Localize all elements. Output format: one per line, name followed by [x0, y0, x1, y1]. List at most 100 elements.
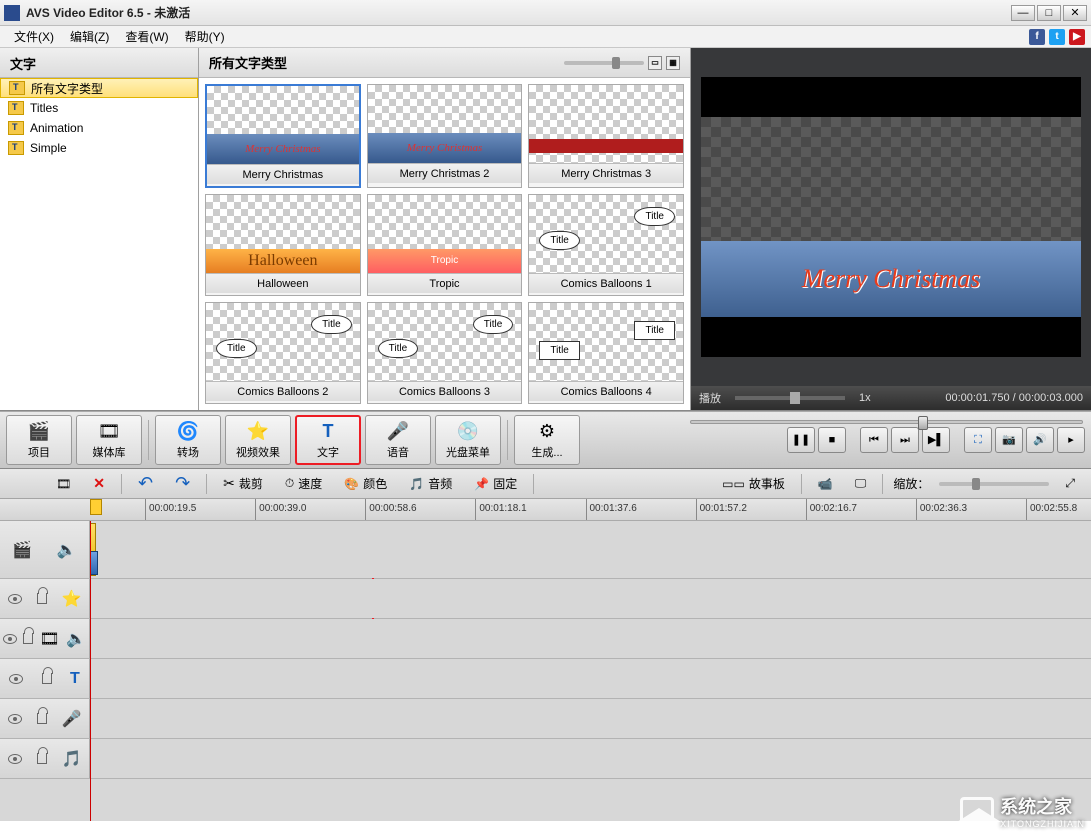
minimize-button[interactable]: — [1011, 5, 1035, 21]
asset-item[interactable]: TitleTitleComics Balloons 4 [528, 302, 684, 404]
timeline-ruler[interactable]: 00:00:19.500:00:39.000:00:58.600:01:18.1… [0, 499, 1091, 521]
category-list: 所有文字类型Titles Animation Simple [0, 78, 198, 410]
tool-voice[interactable]: 🎤语音 [365, 415, 431, 465]
timeline-add-button[interactable]: 🎞 [50, 474, 77, 494]
audio-track-body[interactable] [90, 739, 1091, 778]
eye-icon[interactable] [8, 594, 22, 604]
asset-item[interactable]: Merry ChristmasMerry Christmas 2 [367, 84, 523, 188]
asset-view-grid-button[interactable]: ▦ [666, 56, 680, 70]
storyboard-icon: ▭▭ [722, 477, 745, 491]
tool-produce[interactable]: ⚙生成... [514, 415, 580, 465]
folder-t-icon [9, 81, 25, 95]
webcam-button[interactable]: 📹 [812, 474, 839, 494]
color-button[interactable]: 🎨颜色 [338, 472, 393, 495]
lock-icon[interactable] [42, 673, 52, 684]
playhead-flag-icon[interactable] [90, 499, 102, 515]
stop-button[interactable]: ■ [818, 427, 846, 453]
asset-item[interactable]: Merry ChristmasMerry Christmas [205, 84, 361, 188]
playhead-line[interactable] [90, 521, 91, 821]
settings-button[interactable]: ▸ [1057, 427, 1085, 453]
tool-project[interactable]: 🎬项目 [6, 415, 72, 465]
timeline-audio-clip[interactable] [90, 551, 98, 575]
video-track-header: 🎬 🔈 [0, 521, 90, 578]
star-wand-icon: ⭐ [246, 420, 270, 442]
tool-disc-menu[interactable]: 💿光盘菜单 [435, 415, 501, 465]
preview-speed-slider[interactable] [735, 396, 845, 400]
eye-icon[interactable] [9, 674, 23, 684]
preview-status-bar: 播放 1x 00:00:01.750 / 00:00:03.000 [691, 386, 1091, 410]
stabilize-button[interactable]: 📌固定 [468, 472, 523, 495]
volume-button[interactable]: 🔊 [1026, 427, 1054, 453]
menu-view[interactable]: 查看(W) [117, 26, 176, 47]
snapshot-button[interactable]: 📷 [995, 427, 1023, 453]
asset-item[interactable]: TitleTitleComics Balloons 1 [528, 194, 684, 296]
tool-text[interactable]: T文字 [295, 415, 361, 465]
eye-icon[interactable] [8, 714, 22, 724]
undo-button[interactable]: ↶ [132, 470, 159, 497]
redo-button[interactable]: ↷ [169, 470, 196, 497]
audio-button[interactable]: 🎵音频 [403, 472, 458, 495]
lock-icon[interactable] [23, 633, 33, 644]
preview-seek-bar[interactable] [690, 420, 1083, 426]
eye-icon[interactable] [3, 634, 17, 644]
asset-item[interactable]: TropicTropic [367, 194, 523, 296]
menu-help[interactable]: 帮助(Y) [177, 26, 233, 47]
pause-button[interactable]: ❚❚ [787, 427, 815, 453]
preview-position: 00:00:01.750 [945, 392, 1009, 404]
asset-item[interactable]: TitleTitleComics Balloons 2 [205, 302, 361, 404]
timeline-zoom-slider[interactable] [939, 482, 1049, 486]
fit-timeline-button[interactable]: ⤢ [1059, 473, 1081, 494]
video-track-body[interactable] [90, 521, 1091, 578]
menu-edit[interactable]: 编辑(Z) [62, 26, 117, 47]
overlay-track-body[interactable] [90, 619, 1091, 658]
text-track-body[interactable] [90, 659, 1091, 698]
asset-label: Merry Christmas 3 [529, 163, 683, 183]
tool-media-library[interactable]: 🎞媒体库 [76, 415, 142, 465]
asset-label: Comics Balloons 3 [368, 381, 522, 401]
next-frame-button[interactable]: ⏭ [891, 427, 919, 453]
prev-frame-button[interactable]: ⏮ [860, 427, 888, 453]
color-icon: 🎨 [344, 477, 359, 491]
asset-item[interactable]: HalloweenHalloween [205, 194, 361, 296]
timeline-delete-button[interactable]: ✕ [87, 472, 111, 495]
play-range-button[interactable]: ▶▌ [922, 427, 950, 453]
eye-icon[interactable] [8, 754, 22, 764]
asset-item[interactable]: Merry Christmas 3 [528, 84, 684, 188]
preview-video[interactable]: Merry Christmas [701, 77, 1081, 357]
twitter-icon[interactable]: t [1049, 29, 1065, 45]
tool-video-fx[interactable]: ⭐视频效果 [225, 415, 291, 465]
pin-icon: 📌 [474, 477, 489, 491]
youtube-icon[interactable]: ▶ [1069, 29, 1085, 45]
category-item[interactable]: Animation [0, 118, 198, 138]
screen-button[interactable]: 🖵 [849, 473, 873, 494]
asset-view-list-button[interactable]: ▭ [648, 56, 662, 70]
maximize-button[interactable]: □ [1037, 5, 1061, 21]
ruler-mark: 00:02:16.7 [806, 499, 857, 520]
speed-button[interactable]: ⏱速度 [279, 472, 328, 495]
asset-item[interactable]: TitleTitleComics Balloons 3 [367, 302, 523, 404]
storyboard-button[interactable]: ▭▭故事板 [716, 472, 791, 495]
asset-label: Merry Christmas [207, 164, 359, 184]
main-content-row: 文字 所有文字类型TitlesAnimationSimple 所有文字类型 ▭ … [0, 48, 1091, 411]
watermark-brand: 系统之家 [1000, 793, 1085, 819]
close-button[interactable]: ✕ [1063, 5, 1087, 21]
tool-transition[interactable]: 🌀转场 [155, 415, 221, 465]
fullscreen-button[interactable]: ⛶ [964, 427, 992, 453]
lock-icon[interactable] [37, 713, 47, 724]
facebook-icon[interactable]: f [1029, 29, 1045, 45]
menu-file[interactable]: 文件(X) [6, 26, 62, 47]
voice-track-body[interactable] [90, 699, 1091, 738]
lock-icon[interactable] [37, 593, 47, 604]
note-icon: 🎵 [62, 749, 82, 769]
music-note-icon: 🎵 [409, 477, 424, 491]
category-item[interactable]: 所有文字类型 [0, 78, 198, 98]
asset-label: Comics Balloons 4 [529, 381, 683, 401]
crop-button[interactable]: ✂裁剪 [217, 472, 269, 495]
category-item[interactable]: Titles [0, 98, 198, 118]
fx-track-body[interactable] [90, 579, 1091, 618]
asset-zoom-slider[interactable] [564, 61, 644, 65]
category-item[interactable]: Simple [0, 138, 198, 158]
ruler-mark: 00:02:55.8 [1026, 499, 1077, 520]
category-item-label: Animation [30, 121, 83, 135]
lock-icon[interactable] [37, 753, 47, 764]
